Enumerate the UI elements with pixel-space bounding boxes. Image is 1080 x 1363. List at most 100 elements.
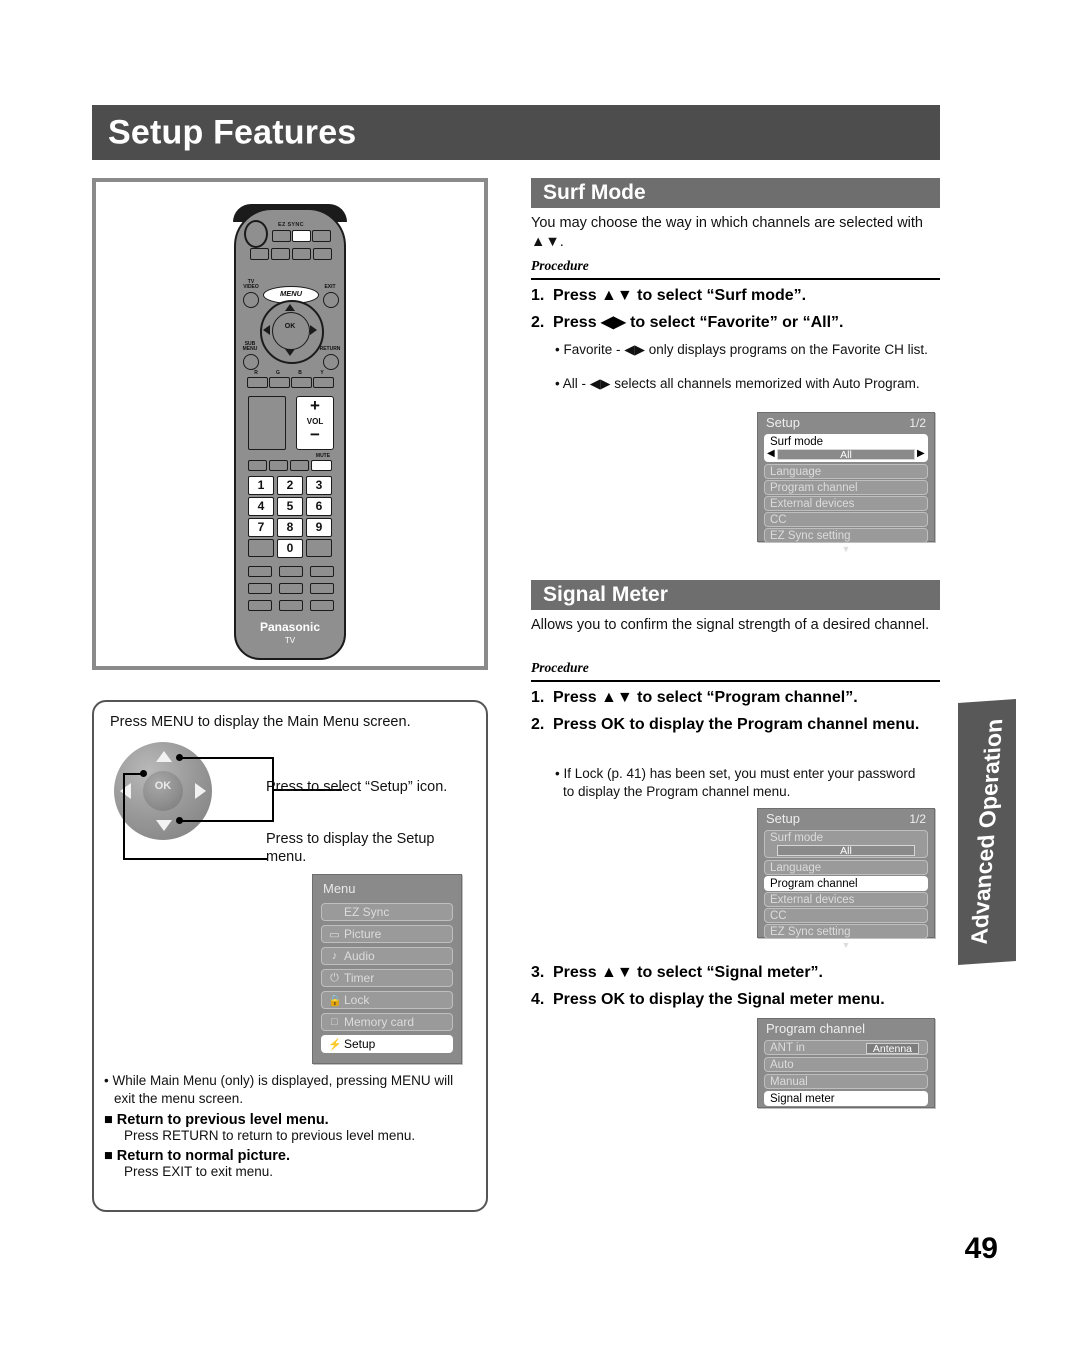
- bullet-text: Favorite - ◀▶ only displays programs on …: [563, 342, 928, 357]
- signal-meter-heading-band: Signal Meter: [531, 580, 940, 610]
- osd-setup-page: 1/2: [909, 416, 926, 430]
- note-sub-return-normal: Press EXIT to exit menu.: [124, 1164, 274, 1180]
- setup-bolt-icon: ⚡: [328, 1038, 342, 1051]
- menu-item-audio[interactable]: ♪ Audio: [321, 947, 453, 965]
- nav-left-icon: [120, 783, 131, 799]
- remote-button-pad: [248, 396, 286, 450]
- menu-item-setup[interactable]: ⚡ Setup: [321, 1035, 453, 1053]
- note-bullet-menu-exit: • While Main Menu (only) is displayed, p…: [104, 1073, 454, 1106]
- osd-row-language[interactable]: Language: [764, 464, 928, 479]
- remote-button-yellow: [313, 377, 334, 388]
- step-text: Press ◀▶ to select “Favorite” or “All”.: [553, 314, 844, 331]
- remote-button-return: [323, 354, 339, 370]
- menu-item-label: Picture: [344, 927, 382, 941]
- note-sub-return-previous: Press RETURN to return to previous level…: [124, 1128, 416, 1144]
- osd-pc-title: Program channel: [766, 1021, 865, 1036]
- osd-row-external-devices[interactable]: External devices: [764, 496, 928, 511]
- osd-row-cc[interactable]: CC: [764, 512, 928, 527]
- remote-key-8: 8: [277, 518, 303, 537]
- osd-row-ant-in[interactable]: ANT in Antenna: [764, 1040, 928, 1055]
- dpad-right-icon: [310, 325, 317, 335]
- osd-row-label: Surf mode: [770, 436, 824, 448]
- bullet-text: All - ◀▶ selects all channels memorized …: [562, 376, 920, 391]
- osd-setup-surf-mode: Setup 1/2 Surf mode ◀ All ▶ Language Pro…: [757, 412, 935, 554]
- signal-meter-bullet-lock: • If Lock (p. 41) has been set, you must…: [555, 766, 916, 799]
- remote-brand: Panasonic: [259, 620, 321, 634]
- remote-button-mute: [311, 460, 332, 471]
- osd-row-label: Surf mode: [770, 832, 824, 844]
- menu-item-ez-sync[interactable]: EZ Sync: [321, 903, 453, 921]
- leader-seg-ok-h: [123, 773, 143, 775]
- color-key-label-b: B: [298, 370, 302, 376]
- menu-item-timer[interactable]: ⏻ Timer: [321, 969, 453, 987]
- osd-scroll-down-icon[interactable]: ▼: [758, 940, 934, 950]
- remote-button-m1: [248, 460, 267, 471]
- osd-row-label: Language: [770, 861, 822, 874]
- osd-row-program-channel[interactable]: Program channel: [764, 480, 928, 495]
- osd-row-label: Auto: [770, 1058, 794, 1071]
- remote-key-9: 9: [306, 518, 332, 537]
- leader-seg-ok-v: [123, 773, 125, 860]
- dpad-up-icon: [285, 304, 295, 311]
- remote-control: EZ SYNC MENU TV VIDEO EXIT OK SUB MENU R…: [233, 200, 347, 660]
- osd-setup-title: Setup: [766, 811, 800, 826]
- remote-volume-rocker: + VOL −: [296, 396, 334, 450]
- osd-row-ez-sync-setting[interactable]: EZ Sync setting: [764, 528, 928, 543]
- osd-row-language[interactable]: Language: [764, 860, 928, 875]
- osd-row-cc[interactable]: CC: [764, 908, 928, 923]
- menu-item-label: Lock: [344, 993, 370, 1007]
- menu-item-memory-card[interactable]: □ Memory card: [321, 1013, 453, 1031]
- note-bullet-text: While Main Menu (only) is displayed, pre…: [112, 1073, 454, 1106]
- lock-icon: 🔒: [328, 994, 342, 1007]
- osd-main-menu: Menu EZ Sync ▭ Picture ♪ Audio ⏻ Timer 🔒…: [312, 874, 462, 1064]
- color-key-label-y: Y: [320, 370, 324, 376]
- osd-row-signal-meter[interactable]: Signal meter: [764, 1091, 928, 1106]
- surf-mode-intro: You may choose the way in which channels…: [531, 215, 923, 250]
- mute-label: MUTE: [315, 453, 331, 459]
- osd-row-manual[interactable]: Manual: [764, 1074, 928, 1089]
- osd-row-label: Signal meter: [770, 1092, 835, 1105]
- remote-button-r1a: [272, 230, 291, 242]
- osd-surf-mode-value: All: [777, 449, 915, 460]
- surf-mode-procedure-rule: [531, 278, 940, 280]
- osd-main-menu-title: Menu: [323, 881, 356, 896]
- note-head-text: Return to normal picture.: [116, 1148, 291, 1165]
- step-number: 1.: [531, 287, 545, 304]
- exit-label: EXIT: [324, 284, 336, 290]
- step-number: 1.: [531, 689, 545, 706]
- remote-button-red: [247, 377, 268, 388]
- menu-item-label: Memory card: [344, 1015, 415, 1029]
- tv-video-label: TV VIDEO: [243, 279, 259, 290]
- remote-ok-label: OK: [284, 323, 296, 330]
- surf-mode-step-2: 2. Press ◀▶ to select “Favorite” or “All”…: [531, 313, 940, 334]
- surf-mode-heading: Surf Mode: [543, 181, 646, 204]
- bullet-text: If Lock (p. 41) has been set, you must e…: [563, 766, 916, 799]
- menu-item-picture[interactable]: ▭ Picture: [321, 925, 453, 943]
- remote-key-2: 2: [277, 476, 303, 495]
- menu-item-lock[interactable]: 🔒 Lock: [321, 991, 453, 1009]
- return-label: RETURN: [319, 346, 341, 352]
- step-text: Press ▲▼ to select “Signal meter”.: [553, 964, 823, 981]
- color-key-label-g: G: [276, 370, 280, 376]
- osd-pc-header: Program channel: [758, 1019, 934, 1038]
- osd-row-ez-sync-setting[interactable]: EZ Sync setting: [764, 924, 928, 939]
- value-right-arrow-icon[interactable]: ▶: [917, 449, 925, 459]
- ezsync-label: EZ SYNC: [278, 222, 304, 228]
- osd-row-auto[interactable]: Auto: [764, 1057, 928, 1072]
- note-head-text: Return to previous level menu.: [116, 1112, 329, 1129]
- osd-row-external-devices[interactable]: External devices: [764, 892, 928, 907]
- osd-program-channel-menu: Program channel ANT in Antenna Auto Manu…: [757, 1018, 935, 1108]
- page-title: Setup Features: [108, 113, 357, 151]
- remote-key-6: 6: [306, 497, 332, 516]
- menu-item-label: Timer: [344, 971, 375, 985]
- osd-row-program-channel-selected[interactable]: Program channel: [764, 876, 928, 891]
- osd-scroll-down-icon[interactable]: ▼: [758, 544, 934, 554]
- signal-meter-step-4: 4. Press OK to display the Signal meter m…: [531, 990, 940, 1011]
- dpad-left-icon: [263, 325, 270, 335]
- step-text: Press ▲▼ to select “Program channel”.: [553, 689, 858, 706]
- remote-button-r2a: [250, 248, 269, 260]
- color-key-label-r: R: [254, 370, 258, 376]
- value-left-arrow-icon[interactable]: ◀: [767, 449, 775, 459]
- osd-row-label: CC: [770, 513, 787, 526]
- osd-setup-header: Setup 1/2: [758, 413, 934, 432]
